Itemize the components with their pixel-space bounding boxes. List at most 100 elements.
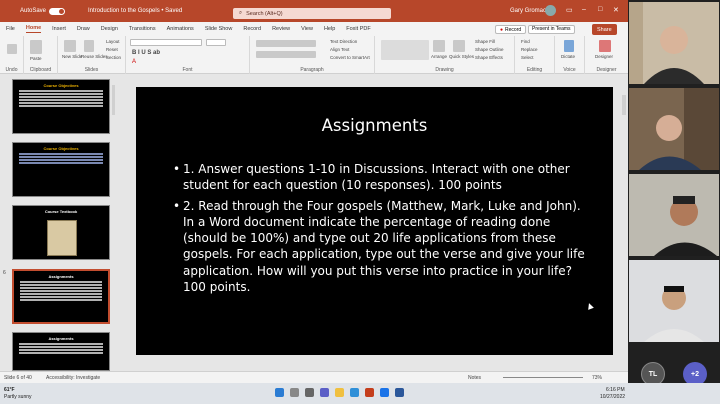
clock-date[interactable]: 10/27/2022: [600, 394, 625, 400]
quick-styles-icon[interactable]: [453, 40, 465, 52]
tab-slide-show[interactable]: Slide Show: [205, 26, 233, 32]
shape-fill-button[interactable]: Shape Fill: [475, 39, 495, 44]
edge-icon[interactable]: [350, 388, 359, 397]
shapes-gallery[interactable]: [381, 40, 429, 60]
participant-video[interactable]: [629, 260, 719, 342]
section-button[interactable]: Section: [106, 55, 121, 60]
thumbnail-title: Course Objectives: [43, 146, 79, 151]
font-style-buttons[interactable]: B I U S ab: [132, 50, 160, 56]
slide-title[interactable]: Assignments: [136, 116, 613, 135]
slide-thumbnail[interactable]: Course Textbook: [12, 205, 110, 260]
autosave-toggle[interactable]: [49, 7, 66, 15]
shape-effects-button[interactable]: Shape Effects: [475, 55, 503, 60]
maximize-icon[interactable]: □: [598, 6, 602, 13]
slide-scrollbar[interactable]: [622, 95, 626, 115]
slide-thumbnail[interactable]: Assignments: [12, 332, 110, 371]
tab-foxit-pdf[interactable]: Foxit PDF: [346, 26, 370, 32]
chrome-icon[interactable]: [380, 388, 389, 397]
search-taskbar-icon[interactable]: [290, 388, 299, 397]
convert-smartart-button[interactable]: Convert to SmartArt: [330, 55, 370, 60]
slide-thumbnail[interactable]: Course Objectives: [12, 79, 110, 134]
current-slide[interactable]: Assignments 1. Answer questions 1-10 in …: [136, 87, 613, 355]
slide-thumbnail[interactable]: Course Objectives: [12, 142, 110, 197]
tab-animations[interactable]: Animations: [167, 26, 194, 32]
user-avatar[interactable]: [545, 5, 556, 16]
weather-temperature[interactable]: 61°F: [4, 387, 15, 393]
paste-icon[interactable]: [30, 40, 42, 54]
powerpoint-window: AutoSave Introduction to the Gospels • S…: [0, 0, 628, 383]
powerpoint-icon[interactable]: [365, 388, 374, 397]
textbook-cover-image: [47, 220, 77, 256]
search-placeholder: Search (Alt+Q): [246, 10, 283, 17]
designer-icon[interactable]: [599, 40, 611, 52]
word-icon[interactable]: [395, 388, 404, 397]
font-color-button[interactable]: A: [132, 59, 136, 65]
font-family-dropdown[interactable]: [130, 39, 202, 46]
tab-record[interactable]: Record: [243, 26, 261, 32]
bullet-item: 2. Read through the Four gospels (Matthe…: [173, 198, 593, 296]
tab-file[interactable]: File: [6, 26, 15, 32]
start-icon[interactable]: [275, 388, 284, 397]
select-button[interactable]: Select: [521, 55, 534, 60]
participant-video[interactable]: [629, 88, 719, 170]
paragraph-group-label: Paragraph: [300, 67, 324, 73]
participant-video[interactable]: [629, 2, 719, 84]
close-icon[interactable]: ✕: [613, 6, 619, 14]
thumbnail-title: Course Textbook: [44, 209, 78, 214]
participant-silhouette-icon: [629, 88, 719, 170]
new-slide-label: New Slide: [62, 54, 83, 59]
accessibility-status[interactable]: Accessibility: Investigate: [46, 375, 100, 381]
align-text-button[interactable]: Align Text: [330, 47, 349, 52]
reuse-slides-label: Reuse Slides: [81, 54, 108, 59]
font-size-dropdown[interactable]: [206, 39, 226, 46]
tab-draw[interactable]: Draw: [77, 26, 90, 32]
microphone-icon[interactable]: [564, 40, 574, 52]
zoom-level[interactable]: 73%: [592, 375, 602, 381]
replace-button[interactable]: Replace: [521, 47, 538, 52]
paste-label: Paste: [30, 56, 42, 61]
document-title: Introduction to the Gospels • Saved: [88, 8, 183, 14]
ribbon-display-icon[interactable]: ▭: [566, 6, 573, 14]
tab-help[interactable]: Help: [324, 26, 335, 32]
participant-silhouette-icon: [629, 2, 719, 84]
tab-home[interactable]: Home: [25, 25, 42, 33]
file-explorer-icon[interactable]: [335, 388, 344, 397]
autosave-label: AutoSave: [20, 8, 47, 14]
tab-transitions[interactable]: Transitions: [129, 26, 156, 32]
reuse-slides-icon[interactable]: [84, 40, 94, 52]
teams-icon[interactable]: [320, 388, 329, 397]
present-in-teams-button[interactable]: Present in Teams: [528, 25, 575, 34]
voice-group: Dictate Voice: [555, 36, 585, 74]
new-slide-icon[interactable]: [64, 40, 76, 52]
share-button[interactable]: Share: [592, 24, 617, 35]
tab-review[interactable]: Review: [272, 26, 290, 32]
list-buttons[interactable]: [256, 40, 316, 47]
undo-icon[interactable]: [7, 44, 17, 54]
slide-body[interactable]: 1. Answer questions 1-10 in Discussions.…: [173, 161, 593, 299]
ribbon: Undo Paste Clipboard New Slide Reuse Sli…: [0, 36, 628, 74]
find-button[interactable]: Find: [521, 39, 530, 44]
participant-video[interactable]: [629, 174, 719, 256]
tab-design[interactable]: Design: [101, 26, 118, 32]
slide-thumbnail-selected[interactable]: Assignments: [12, 269, 110, 324]
arrange-icon[interactable]: [433, 40, 445, 52]
tab-view[interactable]: View: [301, 26, 313, 32]
thumbnail-scrollbar[interactable]: [112, 85, 115, 115]
notes-button[interactable]: Notes: [468, 375, 481, 381]
slide-counter: Slide 6 of 40: [4, 375, 32, 381]
reset-button[interactable]: Reset: [106, 47, 118, 52]
zoom-slider[interactable]: [503, 377, 583, 378]
tab-insert[interactable]: Insert: [52, 26, 66, 32]
weather-description[interactable]: Partly sunny: [4, 394, 32, 400]
autosave-control[interactable]: AutoSave: [20, 7, 66, 15]
thumbnail-title: Assignments: [48, 336, 74, 341]
layout-button[interactable]: Layout: [106, 39, 120, 44]
clock-time[interactable]: 6:16 PM: [606, 387, 625, 393]
alignment-buttons[interactable]: [256, 51, 316, 58]
shape-outline-button[interactable]: Shape Outline: [475, 47, 504, 52]
record-button[interactable]: ● Record: [495, 25, 527, 34]
task-view-icon[interactable]: [305, 388, 314, 397]
text-direction-button[interactable]: Text Direction: [330, 39, 357, 44]
minimize-icon[interactable]: –: [582, 6, 586, 13]
search-box[interactable]: ⌕ Search (Alt+Q): [233, 8, 391, 19]
